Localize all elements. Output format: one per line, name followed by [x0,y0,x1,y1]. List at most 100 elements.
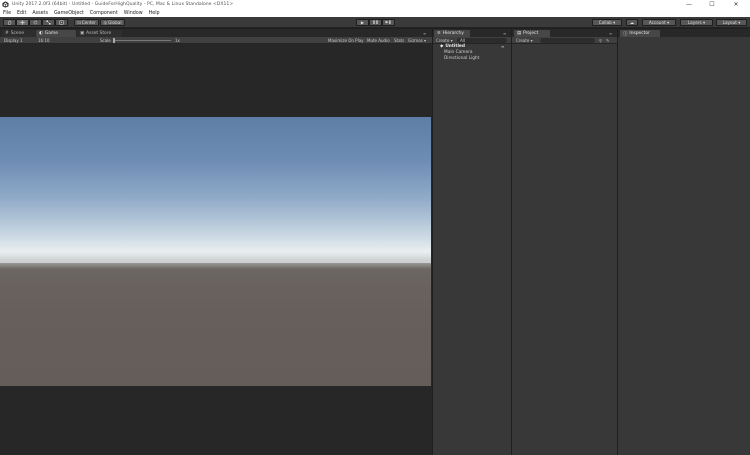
layout-dropdown[interactable]: Layout ▾ [716,18,747,26]
game-viewport-sky[interactable] [0,117,431,263]
rotate-tool-button[interactable] [29,18,42,26]
play-button[interactable]: ▶ [356,18,369,26]
scale-value: 1x [175,37,180,43]
mute-audio-toggle[interactable]: Mute Audio [367,38,390,43]
game-tab-icon: ◐ [39,31,43,36]
project-search-input[interactable] [540,38,595,43]
tab-project-label: Project [523,31,539,36]
layout-label: Layout ▾ [722,19,741,25]
inspector-panel: ⓘ Inspector [618,29,750,455]
tab-game[interactable]: ◐ Game [36,30,76,37]
rect-tool-button[interactable] [55,18,68,26]
hand-tool-button[interactable] [3,18,16,26]
layers-label: Layers ▾ [687,19,706,25]
inspector-tabstrip: ⓘ Inspector [618,29,750,37]
scene-tabstrip: # Scene ◐ Game ▣ Asset Store ≡ [0,29,432,37]
rect-tool-icon [59,20,64,24]
tab-scene-label: Scene [10,31,25,36]
maximize-on-play-toggle[interactable]: Maximize On Play [328,38,364,43]
panel-menu-icon[interactable]: ≡ [423,31,426,36]
tab-asset-store-label: Asset Store [86,31,112,36]
tab-scene[interactable]: # Scene [2,30,35,37]
project-tabstrip: ▤ Project ≡ [512,29,617,37]
scale-icon [46,20,51,24]
gizmos-dropdown[interactable]: Gizmos ▾ [408,38,426,43]
menu-window[interactable]: Window [124,11,143,16]
rotate-icon [33,20,38,24]
project-tab-icon: ▤ [517,31,522,36]
asset-store-icon: ▣ [80,31,85,36]
tab-hierarchy[interactable]: ≡ Hierarchy [434,30,470,37]
collab-label: Collab ▾ [598,19,616,25]
scene-menu-icon[interactable]: ≡ [501,44,504,49]
tab-inspector-label: Inspector [629,31,650,36]
close-button[interactable]: ✕ [724,0,748,9]
menu-file[interactable]: File [3,11,11,16]
menu-assets[interactable]: Assets [32,11,48,16]
scene-tab-icon: # [5,31,9,36]
scene-name: Untitled [445,44,465,49]
minimize-button[interactable]: — [677,0,701,9]
maximize-button[interactable]: ☐ [700,0,724,9]
pause-button[interactable]: ❚❚ [369,18,382,26]
scene-icon: ◆ [440,44,444,49]
move-tool-button[interactable] [16,18,29,26]
tab-hierarchy-label: Hierarchy [442,31,464,36]
space-label: Global [108,19,122,25]
menu-gameobject[interactable]: GameObject [54,11,84,16]
account-label: Account ▾ [648,19,670,25]
hierarchy-panel: ≡ Hierarchy ≡ Create ▾ All ◆ Untitled ≡ Ma… [433,29,511,455]
unity-logo-icon [2,1,9,8]
title-bar: Unity 2017.2.0f3 (64bit) - Untitled - Gu… [0,0,750,9]
game-viewport-ground[interactable] [0,263,431,386]
menu-help[interactable]: Help [149,11,160,16]
pivot-label: Center [81,19,96,25]
menu-component[interactable]: Component [90,11,118,16]
project-toolbar: Create ▾ ⚲ ✎ [512,37,617,44]
menu-edit[interactable]: Edit [17,11,26,16]
tab-project[interactable]: ▤ Project [514,30,550,37]
hierarchy-toolbar: Create ▾ All [433,37,511,44]
inspector-tab-icon: ⓘ [623,31,628,37]
hierarchy-tabstrip: ≡ Hierarchy ≡ [433,29,511,37]
step-button[interactable]: ▶❚ [382,18,395,26]
scale-label: Scale [100,37,111,43]
collab-button[interactable]: Collab ▾ [592,18,622,26]
hierarchy-search-placeholder: All [460,38,465,43]
scale-slider[interactable] [113,38,171,43]
space-toggle-button[interactable]: ◎ Global [100,18,125,26]
hand-icon [8,20,12,25]
tab-asset-store[interactable]: ▣ Asset Store [77,30,122,37]
aspect-dropdown[interactable]: 16:10 [38,38,50,43]
account-dropdown[interactable]: Account ▾ [642,18,676,26]
project-create-button[interactable]: Create ▾ [516,38,533,43]
pivot-toggle-button[interactable]: ⊡ Center [74,18,99,26]
project-menu-icon[interactable]: ≡ [609,31,612,36]
cloud-button[interactable]: ☁ [626,18,638,26]
main-toolbar: ⊡ Center ◎ Global ▶ ❚❚ ▶❚ Collab ▾ ☁ Accou… [0,17,750,28]
hierarchy-scene-row[interactable]: ◆ Untitled [440,44,465,49]
game-view-toolbar: Display 1 16:10 Scale 1x Maximize On Pla… [0,37,432,44]
move-icon [20,19,25,25]
project-panel: ▤ Project ≡ Create ▾ ⚲ ✎ [512,29,617,455]
hierarchy-item-directional-light[interactable]: Directional Light [444,56,479,61]
layers-dropdown[interactable]: Layers ▾ [680,18,713,26]
hierarchy-item-main-camera[interactable]: Main Camera [444,50,473,55]
hierarchy-tab-icon: ≡ [437,31,441,36]
stats-toggle[interactable]: Stats [394,38,404,43]
tab-inspector[interactable]: ⓘ Inspector [620,30,660,37]
tab-game-label: Game [44,31,58,36]
scale-tool-button[interactable] [42,18,55,26]
filter-type-icon[interactable]: ⚲ [599,38,602,43]
globe-icon: ◎ [103,19,108,25]
hierarchy-create-button[interactable]: Create ▾ [436,38,453,43]
display-dropdown[interactable]: Display 1 [4,38,23,43]
window-title: Unity 2017.2.0f3 (64bit) - Untitled - Gu… [12,2,234,7]
hierarchy-search-input[interactable]: All [457,38,507,43]
hierarchy-menu-icon[interactable]: ≡ [503,31,506,36]
menu-bar: File Edit Assets GameObject Component Wi… [0,9,750,17]
filter-label-icon[interactable]: ✎ [606,38,609,43]
horizon-haze [0,255,431,269]
scale-slider-handle[interactable] [113,38,115,43]
pivot-icon: ⊡ [77,19,81,25]
